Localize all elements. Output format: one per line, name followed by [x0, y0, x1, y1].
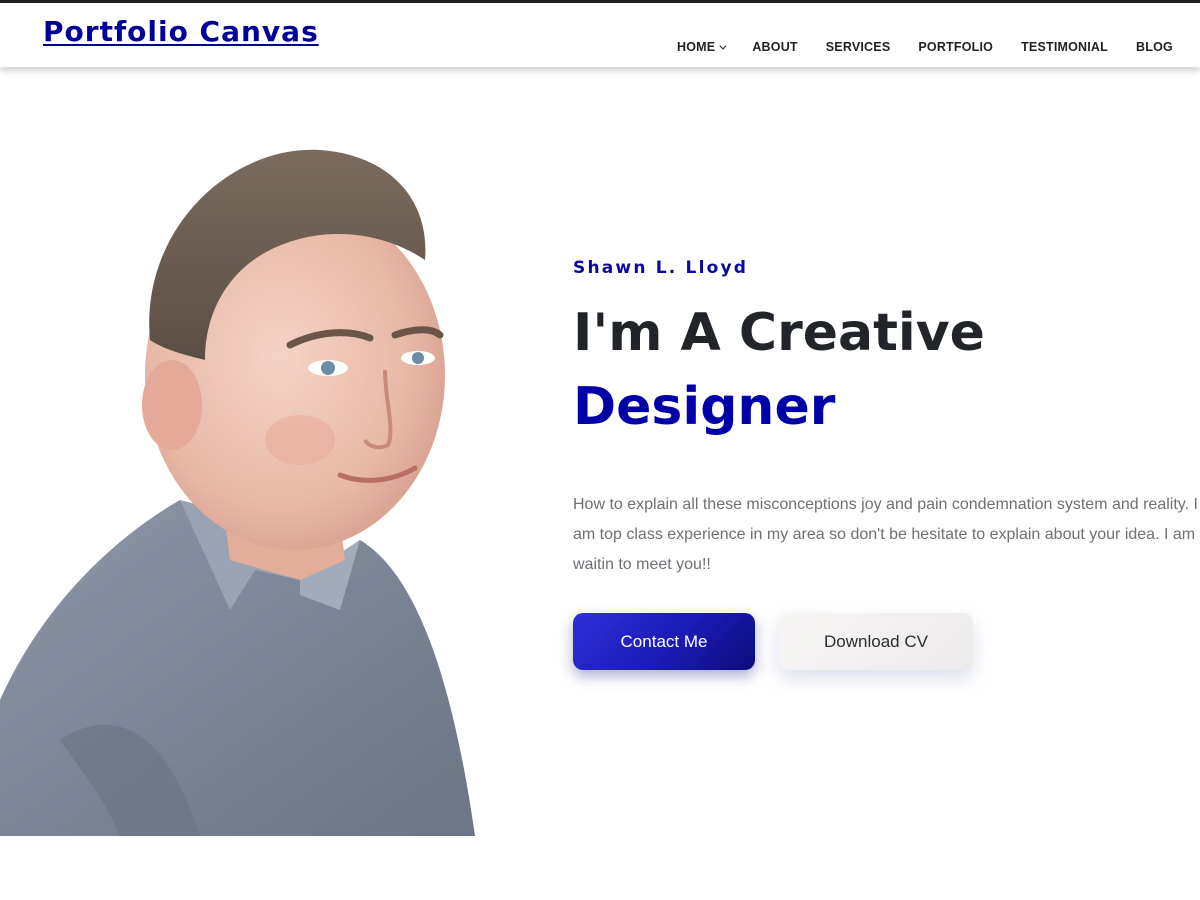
- hero-title: I'm A Creative Designer: [573, 296, 1193, 444]
- nav-blog[interactable]: BLOG: [1136, 40, 1173, 54]
- hero-actions: Contact Me Download CV: [573, 613, 973, 670]
- profile-photo: [0, 149, 475, 836]
- brand-logo-link[interactable]: Portfolio Canvas: [43, 15, 319, 48]
- nav-home-label: HOME: [677, 40, 716, 54]
- nav-about[interactable]: ABOUT: [752, 40, 797, 54]
- download-cv-button[interactable]: Download CV: [779, 613, 973, 670]
- nav-services[interactable]: SERVICES: [826, 40, 891, 54]
- chevron-down-icon: [719, 42, 727, 50]
- hero-description: How to explain all these misconceptions …: [573, 496, 1198, 573]
- nav-home[interactable]: HOME: [677, 40, 727, 54]
- hero-name: Shawn L. Lloyd: [573, 258, 749, 278]
- hero-title-accent: Designer: [573, 377, 836, 437]
- hero-title-line1: I'm A Creative: [573, 303, 985, 363]
- nav-testimonial[interactable]: TESTIMONIAL: [1021, 40, 1108, 54]
- contact-me-button[interactable]: Contact Me: [573, 613, 755, 670]
- site-header: Portfolio Canvas HOME ABOUT SERVICES POR…: [0, 3, 1200, 67]
- main-nav: HOME ABOUT SERVICES PORTFOLIO TESTIMONIA…: [677, 37, 1173, 57]
- hero-section: Shawn L. Lloyd I'm A Creative Designer H…: [573, 258, 1198, 580]
- nav-portfolio[interactable]: PORTFOLIO: [918, 40, 993, 54]
